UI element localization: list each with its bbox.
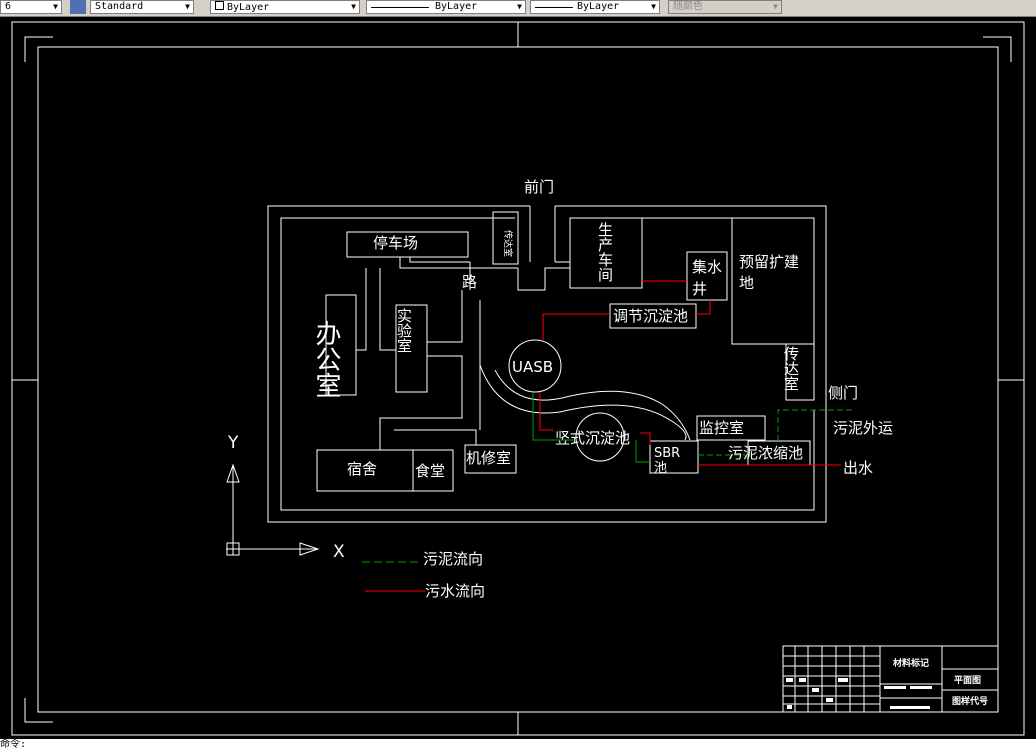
chevron-down-icon: ▼	[185, 2, 190, 11]
command-line[interactable]: 命令:	[0, 739, 1036, 750]
outer-sheet-border	[11, 21, 1025, 736]
layer-color-combo[interactable]: ByLayer ▼	[210, 0, 360, 14]
chevron-down-icon: ▼	[651, 2, 656, 11]
sbr-tank-label-2: 池	[654, 461, 667, 476]
chevron-down-icon: ▼	[773, 2, 778, 11]
regulating-tank-label: 调节沉淀池	[613, 307, 688, 325]
guard-room-left-label: 传达室	[502, 230, 514, 257]
road-label: 路	[462, 273, 477, 291]
chevron-down-icon: ▼	[517, 2, 522, 11]
partial-combo[interactable]: 6 ▼	[0, 0, 62, 14]
text-style-icon[interactable]	[70, 0, 86, 14]
chevron-down-icon: ▼	[351, 2, 356, 11]
sbr-tank-label-1: SBR	[654, 446, 680, 461]
chevron-down-icon: ▼	[53, 2, 58, 11]
inner-sheet-border	[37, 46, 999, 713]
drawing-code-label: 图样代号	[952, 695, 988, 707]
properties-toolbar: 6 ▼ Standard ▼ ByLayer ▼ ByLayer ▼ ByLay…	[0, 0, 1036, 17]
lineweight-combo[interactable]: ByLayer ▼	[530, 0, 660, 14]
linetype-sample	[371, 7, 429, 8]
lineweight-sample	[535, 7, 573, 8]
vertical-settling-label: 竖式沉淀池	[555, 429, 630, 447]
axis-y-label: Y	[227, 433, 239, 453]
linetype-combo[interactable]: ByLayer ▼	[366, 0, 526, 14]
monitoring-room-label: 监控室	[699, 419, 744, 437]
corner-marks	[24, 36, 1012, 723]
office-label: 办公室	[311, 320, 341, 398]
plan-label: 平面图	[954, 675, 981, 686]
sludge-export-label: 污泥外运	[833, 419, 893, 437]
lab-label: 实验室	[395, 308, 413, 353]
dormitory-label: 宿舍	[347, 460, 377, 478]
material-label: 材料标记	[892, 657, 929, 669]
legend-sludge-label: 污泥流向	[423, 550, 483, 568]
machine-room-label: 机修室	[466, 449, 511, 467]
drawing-canvas[interactable]: 前门 停车场 传达室 路 办公室 实验室 生产车间 集水 井 预留扩建 地 调节…	[0, 17, 1036, 739]
text-style-combo[interactable]: Standard ▼	[90, 0, 194, 14]
centering-marks	[12, 22, 1024, 735]
collection-well-label-1: 集水	[692, 258, 722, 276]
legend-sewage-label: 污水流向	[425, 582, 485, 600]
collection-well-label-2: 井	[692, 280, 707, 298]
color-swatch-icon	[215, 1, 224, 10]
outlet-label: 出水	[843, 459, 873, 477]
reserved-land-label-1: 预留扩建	[739, 253, 799, 271]
plot-style-combo[interactable]: 随颜色 ▼	[668, 0, 782, 14]
canteen-label: 食堂	[415, 462, 445, 480]
parking-label: 停车场	[373, 234, 418, 252]
axis-x-label: X	[333, 542, 345, 562]
side-gate-label: 侧门	[828, 384, 858, 402]
sludge-thickener-label: 污泥浓缩池	[728, 444, 803, 462]
uasb-label: UASB	[512, 358, 553, 376]
production-label: 生产车间	[596, 222, 614, 283]
front-gate-label: 前门	[524, 178, 554, 196]
guard-room-right-label: 传达室	[782, 346, 800, 391]
reserved-land-label-2: 地	[739, 274, 754, 292]
